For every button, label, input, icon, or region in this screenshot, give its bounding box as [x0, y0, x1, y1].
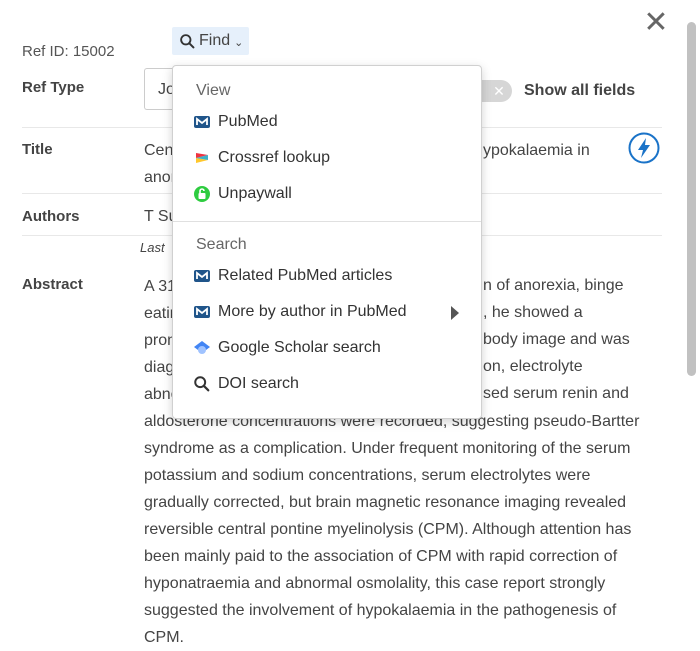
search-section-header: Search: [196, 236, 247, 253]
lightning-icon[interactable]: [628, 132, 660, 164]
menu-item-related-pubmed-articles[interactable]: Related PubMed articles: [193, 261, 473, 291]
pubmed-icon: [193, 113, 211, 131]
google-scholar-icon: [193, 339, 211, 357]
menu-item-label: PubMed: [218, 113, 278, 130]
title-value-end: ypokalaemia in: [483, 142, 590, 159]
abstract-label: Abstract: [22, 276, 83, 293]
authors-sub: Last: [140, 240, 165, 255]
menu-item-unpaywall[interactable]: Unpaywall: [193, 179, 473, 209]
scrollbar-thumb[interactable]: [687, 22, 696, 376]
menu-item-label: Related PubMed articles: [218, 267, 393, 284]
abstract-fragment: , he showed a: [483, 304, 583, 321]
menu-item-pubmed[interactable]: PubMed: [193, 107, 473, 137]
menu-item-more-by-author[interactable]: More by author in PubMed: [193, 297, 473, 327]
abstract-line: suggested the involvement of hypokalaemi…: [144, 602, 617, 619]
view-section-header: View: [196, 82, 231, 99]
find-button[interactable]: Find ⌄: [172, 27, 249, 55]
pubmed-icon: [193, 303, 211, 321]
menu-item-label: DOI search: [218, 375, 299, 392]
abstract-fragment: sed serum renin and: [483, 385, 629, 402]
search-icon: [193, 375, 211, 393]
menu-separator: [173, 221, 481, 222]
crossref-icon: [193, 149, 211, 167]
chevron-right-icon: [451, 306, 459, 320]
find-dropdown-menu: View PubMed Crossref lookup Unpaywall Se…: [172, 65, 482, 419]
unpaywall-icon: [193, 185, 211, 203]
menu-item-label: Unpaywall: [218, 185, 292, 202]
pubmed-icon: [193, 267, 211, 285]
abstract-fragment: n of anorexia, binge: [483, 277, 624, 294]
abstract-line: hyponatraemia and abnormal osmolality, t…: [144, 575, 606, 592]
abstract-line: syndrome as a complication. Under freque…: [144, 440, 631, 457]
close-icon[interactable]: ✕: [643, 8, 669, 38]
menu-item-label: Crossref lookup: [218, 149, 331, 166]
close-icon: ✕: [490, 82, 508, 100]
find-button-label: Find: [199, 32, 231, 49]
menu-item-label: More by author in PubMed: [218, 303, 407, 320]
abstract-line: been mainly paid to the association of C…: [144, 548, 618, 565]
abstract-fragment: on, electrolyte: [483, 358, 583, 375]
ref-id: Ref ID: 15002: [22, 43, 115, 60]
menu-item-doi-search[interactable]: DOI search: [193, 369, 473, 399]
menu-item-google-scholar-search[interactable]: Google Scholar search: [193, 333, 473, 363]
authors-label: Authors: [22, 208, 80, 225]
abstract-line: reversible central pontine myelinolysis …: [144, 521, 632, 538]
abstract-line: potassium and sodium concentrations, ser…: [144, 467, 591, 484]
abstract-fragment: body image and was: [483, 331, 630, 348]
show-all-fields-label: Show all fields: [524, 82, 636, 99]
abstract-line: gradually corrected, but brain magnetic …: [144, 494, 627, 511]
search-icon: [180, 33, 195, 48]
title-label: Title: [22, 141, 53, 158]
chevron-down-icon: ⌄: [234, 36, 244, 49]
menu-item-label: Google Scholar search: [218, 339, 381, 356]
ref-type-label: Ref Type: [22, 79, 85, 96]
menu-item-crossref-lookup[interactable]: Crossref lookup: [193, 143, 473, 173]
